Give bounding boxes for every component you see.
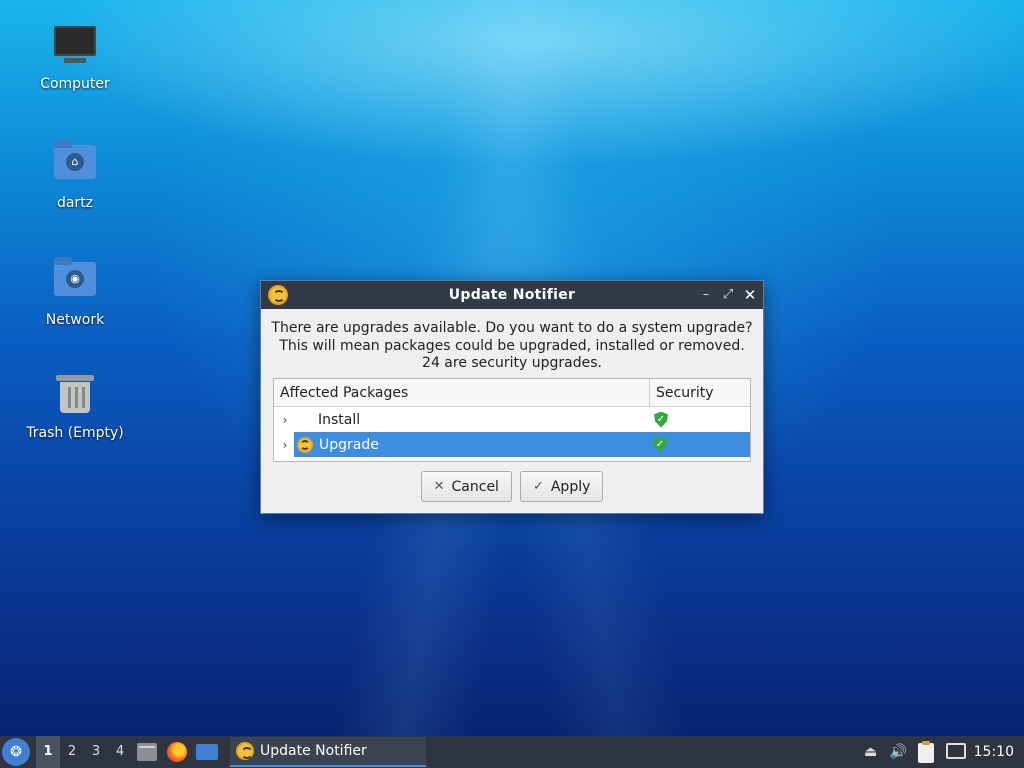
apply-button[interactable]: ✓ Apply <box>519 471 604 502</box>
message-line: There are upgrades available. Do you wan… <box>271 320 753 336</box>
desktop-icon-label: dartz <box>56 195 94 211</box>
cancel-icon: ✕ <box>433 479 445 494</box>
workspace-3[interactable]: 3 <box>84 736 108 768</box>
tree-row-label: Upgrade <box>319 436 379 453</box>
file-manager-icon[interactable] <box>135 740 159 764</box>
dialog-buttons: ✕ Cancel ✓ Apply <box>261 471 763 502</box>
message-line: 24 are security upgrades. <box>422 355 602 371</box>
tree-header: Affected Packages Security <box>274 379 750 407</box>
desktop-icon-label: Network <box>45 312 105 328</box>
chevron-right-icon[interactable]: › <box>274 438 296 452</box>
close-icon[interactable]: ✕ <box>741 286 759 304</box>
workspace-2[interactable]: 2 <box>60 736 84 768</box>
tree-row-upgrade[interactable]: › Upgrade ✓ <box>283 432 750 457</box>
firefox-icon[interactable] <box>165 740 189 764</box>
desktop-icon-trash[interactable]: Trash (Empty) <box>20 373 130 441</box>
taskbar: ❂ 1 2 3 4 Update Notifier ⏏ 🔊 15:10 <box>0 736 1024 768</box>
task-label: Update Notifier <box>260 743 367 759</box>
desktop-icon-label: Trash (Empty) <box>26 425 124 441</box>
tree-row-label: Install <box>318 411 361 428</box>
minimize-icon[interactable]: – <box>697 286 715 304</box>
desktop-icon-network[interactable]: ◉ Network <box>20 256 130 328</box>
network-folder-icon: ◉ <box>53 257 97 306</box>
workspace-1[interactable]: 1 <box>36 736 60 768</box>
eject-icon[interactable]: ⏏ <box>862 743 880 761</box>
cancel-button-label: Cancel <box>451 478 499 495</box>
start-menu-icon[interactable]: ❂ <box>2 738 30 766</box>
volume-icon[interactable]: 🔊 <box>890 743 908 761</box>
network-icon[interactable] <box>945 743 966 761</box>
affected-packages-tree[interactable]: Affected Packages Security › Install ✓ ›… <box>273 378 751 462</box>
maximize-icon[interactable]: ⤢ <box>719 286 737 304</box>
show-desktop-icon[interactable] <box>195 740 219 764</box>
system-tray: ⏏ 🔊 15:10 <box>862 741 1024 763</box>
clock[interactable]: 15:10 <box>974 744 1018 760</box>
install-icon <box>296 412 312 428</box>
workspace-4[interactable]: 4 <box>108 736 132 768</box>
update-notifier-icon <box>236 742 254 760</box>
shield-check-icon: ✓ <box>653 436 667 453</box>
update-notifier-dialog: Update Notifier – ⤢ ✕ There are upgrades… <box>260 280 764 514</box>
home-folder-icon: ⌂ <box>53 140 97 189</box>
dialog-message: There are upgrades available. Do you wan… <box>261 309 763 373</box>
message-line: This will mean packages could be upgrade… <box>279 337 745 354</box>
chevron-right-icon[interactable]: › <box>274 413 296 427</box>
column-header-security[interactable]: Security <box>650 379 750 406</box>
checkmark-icon: ✓ <box>532 479 544 494</box>
desktop-icon-computer[interactable]: Computer <box>20 22 130 92</box>
cancel-button[interactable]: ✕ Cancel <box>420 471 512 502</box>
apply-button-label: Apply <box>550 478 591 495</box>
column-header-affected-packages[interactable]: Affected Packages <box>274 379 650 406</box>
dialog-title: Update Notifier <box>448 287 576 303</box>
taskbar-task-update-notifier[interactable]: Update Notifier <box>230 737 426 767</box>
clipboard-icon[interactable] <box>917 741 936 763</box>
computer-icon <box>53 26 97 70</box>
tree-row-install[interactable]: › Install ✓ <box>274 407 750 432</box>
desktop-icon-home[interactable]: ⌂ dartz <box>20 139 130 211</box>
desktop-icon-label: Computer <box>40 76 110 92</box>
upgrade-icon <box>297 436 313 453</box>
shield-check-icon: ✓ <box>654 411 668 428</box>
dialog-titlebar[interactable]: Update Notifier – ⤢ ✕ <box>261 281 763 309</box>
trash-icon <box>53 375 97 419</box>
